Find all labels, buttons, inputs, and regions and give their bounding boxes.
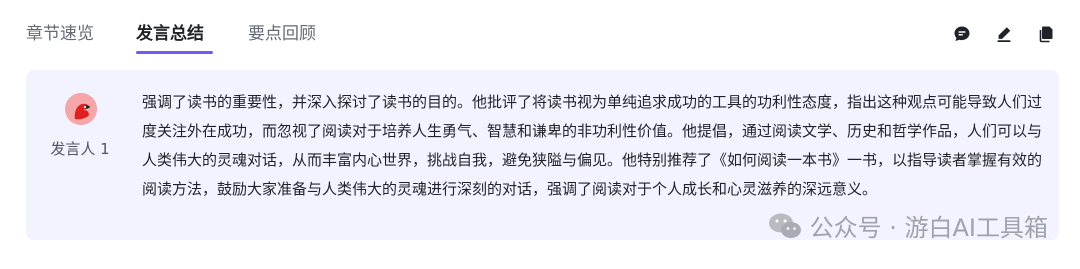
tab-bar: 章节速览 发言总结 要点回顾 [26,18,338,54]
parrot-icon [65,93,97,125]
tab-key-points[interactable]: 要点回顾 [248,18,338,54]
wechat-icon [768,213,801,238]
toolbar-actions [950,22,1058,46]
tab-speaker-summary[interactable]: 发言总结 [136,18,248,54]
copy-icon[interactable] [1034,22,1058,46]
watermark: 公众号 · 游白AI工具箱 [768,208,1048,243]
watermark-text: 公众号 · 游白AI工具箱 [809,214,1048,242]
tab-chapter-overview[interactable]: 章节速览 [26,18,136,54]
speaker-name: 发言人 1 [50,140,110,158]
avatar [65,93,97,125]
summary-text: 强调了读书的重要性，并深入探讨了读书的目的。他批评了将读书视为单纯追求成功的工具… [142,93,1043,198]
edit-pencil-icon[interactable] [992,22,1016,46]
chat-bubble-icon[interactable] [950,22,974,46]
